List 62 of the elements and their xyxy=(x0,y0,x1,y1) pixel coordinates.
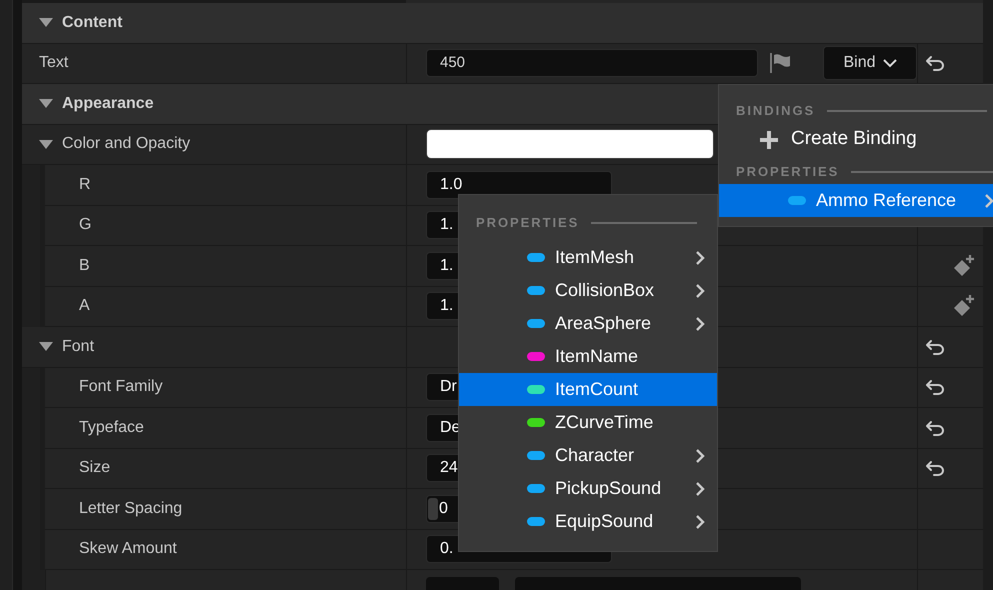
menu-item-label: Ammo Reference xyxy=(816,189,956,212)
undo-arrow-icon[interactable] xyxy=(925,379,945,396)
undo-arrow-icon[interactable] xyxy=(925,420,945,436)
field-value: 0 xyxy=(439,498,448,519)
menu-item-label: Create Binding xyxy=(791,127,917,152)
plus-icon xyxy=(760,130,778,148)
bind-button[interactable]: Bind xyxy=(823,46,917,80)
menu-item-label: Character xyxy=(555,444,636,467)
chevron-right-icon[interactable] xyxy=(695,448,705,464)
menu-item[interactable]: AreaSphere xyxy=(459,307,717,340)
menu-item[interactable]: Ammo Reference xyxy=(719,184,993,217)
menu-item[interactable]: PickupSound xyxy=(459,472,717,505)
undo-arrow-icon[interactable] xyxy=(925,338,945,355)
menu-item[interactable]: EquipSound xyxy=(459,505,717,538)
menu-item-label: ItemMesh xyxy=(555,246,636,269)
chevron-right-icon[interactable] xyxy=(695,480,705,496)
menu-item[interactable]: ItemMesh xyxy=(459,241,717,274)
property-label: Size xyxy=(79,458,110,478)
property-label: G xyxy=(79,215,92,236)
section-header-bar[interactable]: Content xyxy=(22,3,983,44)
menu-item-label: AreaSphere xyxy=(555,312,652,335)
section-title: Appearance xyxy=(62,94,154,114)
property-label: A xyxy=(79,296,90,316)
menu-heading: PROPERTIES xyxy=(736,163,840,182)
collapse-triangle-icon[interactable] xyxy=(39,137,53,152)
undo-arrow-icon[interactable] xyxy=(925,460,945,476)
text-input-field[interactable]: 450 xyxy=(426,49,758,78)
diamond-plus-icon[interactable] xyxy=(952,294,976,318)
property-label: R xyxy=(79,174,91,195)
menu-item[interactable]: ZCurveTime xyxy=(459,406,717,439)
section-title: Content xyxy=(62,12,122,33)
menu-item-label: ItemCount xyxy=(555,378,640,401)
property-label: Text xyxy=(39,53,68,74)
diamond-plus-icon[interactable] xyxy=(952,254,976,278)
property-label: Font xyxy=(62,336,94,357)
flag-icon[interactable] xyxy=(769,52,791,74)
menu-heading: BINDINGS xyxy=(736,102,816,120)
menu-item-label: EquipSound xyxy=(555,510,654,533)
chevron-right-icon[interactable] xyxy=(695,514,705,530)
menu-item-label: CollisionBox xyxy=(555,279,656,302)
menu-heading: PROPERTIES xyxy=(476,214,580,232)
property-label: Typeface xyxy=(79,418,144,438)
property-label: Letter Spacing xyxy=(79,498,182,519)
chevron-right-icon[interactable] xyxy=(695,316,705,332)
menu-item[interactable]: Create Binding xyxy=(719,123,993,156)
chevron-right-icon[interactable] xyxy=(695,250,705,266)
slider-thumb[interactable] xyxy=(428,498,438,520)
property-label: Font Family xyxy=(79,377,163,398)
property-label: Skew Amount xyxy=(79,539,177,560)
menu-item[interactable]: Character xyxy=(459,439,717,472)
property-label: Color and Opacity xyxy=(62,134,190,154)
menu-item[interactable]: CollisionBox xyxy=(459,274,717,307)
chevron-right-icon[interactable] xyxy=(695,282,705,298)
caret-icon xyxy=(882,58,897,68)
menu-item-label: ItemName xyxy=(555,345,640,368)
color-swatch[interactable] xyxy=(426,129,714,160)
undo-arrow-icon[interactable] xyxy=(925,55,945,72)
property-label: B xyxy=(79,256,90,276)
menu-item-label: PickupSound xyxy=(555,477,662,500)
menu-item[interactable]: ItemName xyxy=(459,340,717,373)
menu-item-label: ZCurveTime xyxy=(555,411,654,434)
menu-item[interactable]: ItemCount xyxy=(459,373,717,406)
